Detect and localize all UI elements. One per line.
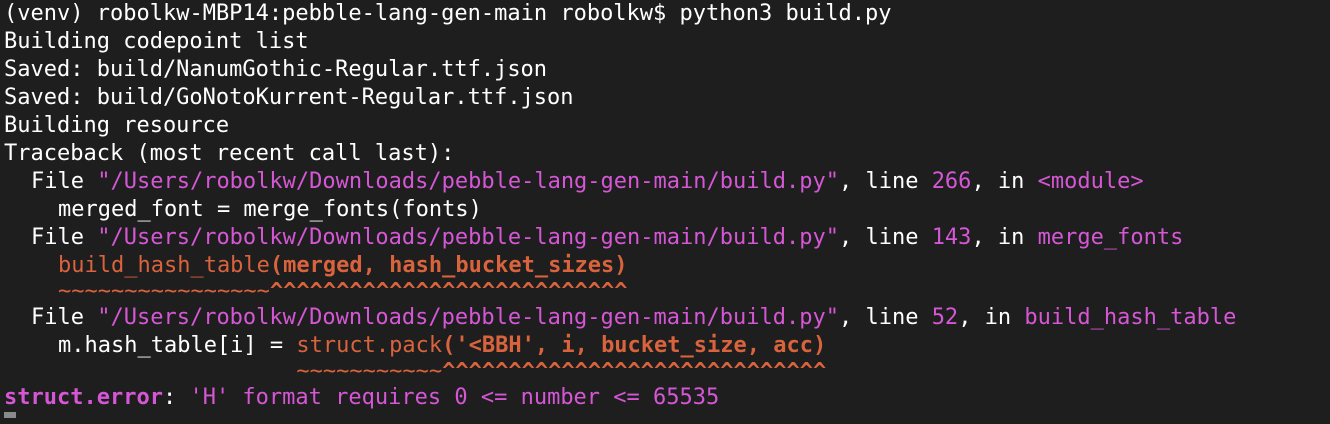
error-type: struct.error xyxy=(4,385,163,410)
output-line: Building resource xyxy=(4,113,230,138)
highlighted-call: struct.pack xyxy=(296,333,443,358)
prompt-line: (venv) robolkw-MBP14:pebble-lang-gen-mai… xyxy=(4,0,1330,28)
error-marker-line: ~~~~~~~~~~~~~~~~^^^^^^^^^^^^^^^^^^^^^^^^… xyxy=(4,280,1330,304)
line-number: 266 xyxy=(931,169,972,194)
code-prefix: m.hash_table[i] = xyxy=(58,333,297,358)
prompt-host: robolkw-MBP14:pebble-lang-gen-main xyxy=(96,1,548,26)
highlighted-args: ('<BBH', i, bucket_size, acc) xyxy=(442,333,827,358)
traceback-code-line: m.hash_table[i] = struct.pack('<BBH', i,… xyxy=(4,332,1330,360)
terminal-cursor-icon xyxy=(4,412,16,418)
in-keyword: , in xyxy=(971,169,1038,194)
in-keyword: , in xyxy=(971,225,1038,250)
line-keyword: , line xyxy=(838,225,932,250)
caret-marker: ^^^^^^^^^^^^^^^^^^^^^^^^^^^^^ xyxy=(442,359,827,384)
output-line: Saved: build/NanumGothic-Regular.ttf.jso… xyxy=(4,57,548,82)
terminal-window[interactable]: (venv) robolkw-MBP14:pebble-lang-gen-mai… xyxy=(0,0,1330,424)
traceback-header: Traceback (most recent call last): xyxy=(4,141,455,166)
output-line: Building codepoint list xyxy=(4,29,309,54)
line-keyword: , line xyxy=(838,305,932,330)
error-message: 'H' format requires 0 <= number <= 65535 xyxy=(189,385,720,410)
prompt-command: python3 build.py xyxy=(679,1,892,26)
cursor-line xyxy=(4,412,1330,424)
file-keyword: File xyxy=(31,225,98,250)
tilde-marker: ~~~~~~~~~~~~~~~~ xyxy=(58,279,270,304)
function-name: merge_fonts xyxy=(1037,225,1184,250)
highlighted-args: (merged, hash_bucket_sizes) xyxy=(269,253,628,278)
file-path: "/Users/robolkw/Downloads/pebble-lang-ge… xyxy=(97,225,839,250)
marker-padding xyxy=(58,359,296,384)
traceback-frame-file: File "/Users/robolkw/Downloads/pebble-la… xyxy=(4,168,1330,196)
error-separator: : xyxy=(162,385,190,410)
tilde-marker: ~~~~~~~~~~~ xyxy=(296,359,443,384)
prompt-user: robolkw$ xyxy=(560,1,667,26)
file-path: "/Users/robolkw/Downloads/pebble-lang-ge… xyxy=(97,169,839,194)
function-name: <module> xyxy=(1037,169,1144,194)
venv-label: (venv) xyxy=(4,1,84,26)
traceback-code-line: merged_font = merge_fonts(fonts) xyxy=(58,197,482,222)
function-name: build_hash_table xyxy=(1024,305,1237,330)
in-keyword: , in xyxy=(958,305,1025,330)
output-line: Saved: build/GoNotoKurrent-Regular.ttf.j… xyxy=(4,85,574,110)
traceback-frame-file: File "/Users/robolkw/Downloads/pebble-la… xyxy=(4,224,1330,252)
file-keyword: File xyxy=(31,169,98,194)
error-line: struct.error: 'H' format requires 0 <= n… xyxy=(4,384,1330,412)
highlighted-call: build_hash_table xyxy=(58,253,270,278)
error-marker-line: ~~~~~~~~~~~^^^^^^^^^^^^^^^^^^^^^^^^^^^^^ xyxy=(4,360,1330,384)
caret-marker: ^^^^^^^^^^^^^^^^^^^^^^^^^^^ xyxy=(269,279,628,304)
traceback-frame-file: File "/Users/robolkw/Downloads/pebble-la… xyxy=(4,304,1330,332)
file-path: "/Users/robolkw/Downloads/pebble-lang-ge… xyxy=(97,305,839,330)
file-keyword: File xyxy=(31,305,98,330)
line-keyword: , line xyxy=(838,169,932,194)
traceback-code-line: build_hash_table(merged, hash_bucket_siz… xyxy=(4,252,1330,280)
line-number: 52 xyxy=(931,305,959,330)
line-number: 143 xyxy=(931,225,972,250)
